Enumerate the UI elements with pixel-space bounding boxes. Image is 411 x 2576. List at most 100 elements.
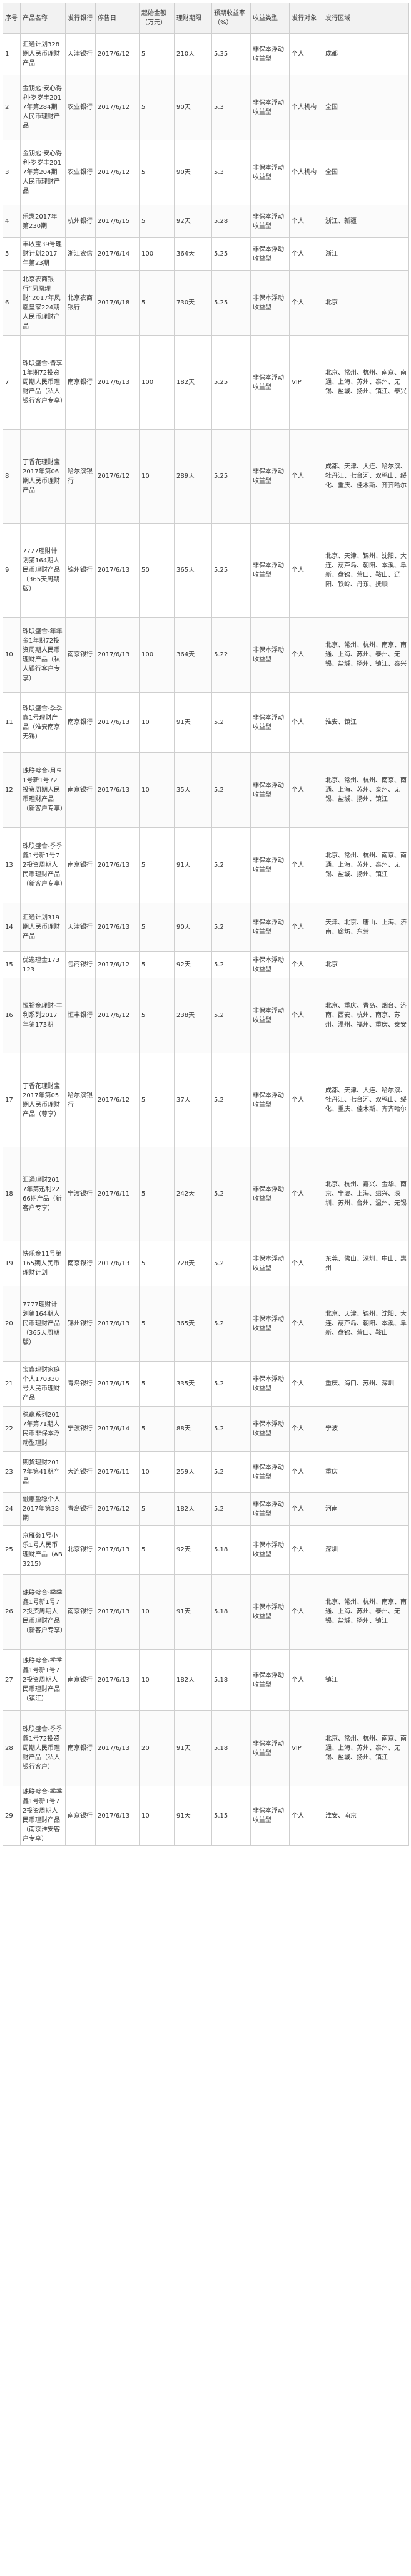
term-cell: 90天 (174, 140, 212, 205)
header-product-name: 产品名称 (20, 3, 66, 34)
issuer-bank-cell: 包商银行 (65, 951, 96, 978)
region-cell: 北京、常州、杭州、南京、南通、上海、苏州、泰州、无锡、盐城、扬州、镇江 (323, 752, 409, 828)
table-row: 17 丁香花理财宝2017年第05期人民币理财产品（尊享） 哈尔滨银行 2017/6/… (3, 1053, 409, 1147)
term-cell: 335天 (174, 1361, 212, 1407)
yield-type-cell: 非保本浮动收益型 (250, 523, 290, 618)
term-cell: 91天 (174, 1786, 212, 1846)
yield-type-cell: 非保本浮动收益型 (250, 1361, 290, 1407)
issuer-bank-cell: 锦州银行 (65, 523, 96, 618)
expected-yield-cell: 5.2 (211, 1406, 251, 1452)
header-index: 序号 (3, 3, 21, 34)
product-name-cell: 北京农商银行“凤凰理财”2017年凤凰皇家224期人民币理财产品 (20, 270, 66, 336)
term-cell: 364天 (174, 237, 212, 271)
product-name-cell: 珠联璧合-月享1号新1号72投资周期人民币理财产品（新客户专享） (20, 752, 66, 828)
min-amount-cell: 5 (139, 1241, 175, 1286)
expected-yield-cell: 5.25 (211, 237, 251, 271)
target-cell: 个人 (289, 617, 323, 693)
expected-yield-cell: 5.22 (211, 617, 251, 693)
expected-yield-cell: 5.25 (211, 335, 251, 430)
target-cell: 个人 (289, 903, 323, 952)
issuer-bank-cell: 哈尔滨银行 (65, 429, 96, 524)
index-cell: 12 (3, 752, 21, 828)
table-row: 16 恒裕金理财-丰利系列2017年第173期 恒丰银行 2017/6/12 5 238天… (3, 978, 409, 1053)
min-amount-cell: 5 (139, 1525, 175, 1575)
product-name-cell: 乐惠2017年第230期 (20, 205, 66, 238)
stop-date-cell: 2017/6/13 (95, 827, 140, 903)
stop-date-cell: 2017/6/18 (95, 270, 140, 336)
issuer-bank-cell: 浙江农信 (65, 237, 96, 271)
region-cell: 天津、北京、唐山、上海、济南、廊坊、东营 (323, 903, 409, 952)
target-cell: 个人 (289, 951, 323, 978)
yield-type-cell: 非保本浮动收益型 (250, 1147, 290, 1241)
target-cell: 个人 (289, 1574, 323, 1650)
expected-yield-cell: 5.25 (211, 270, 251, 336)
product-name-cell: 汇通理财2017年第迅利2266期产品（新客户专享） (20, 1147, 66, 1241)
stop-date-cell: 2017/6/13 (95, 1241, 140, 1286)
yield-type-cell: 非保本浮动收益型 (250, 1574, 290, 1650)
min-amount-cell: 10 (139, 1451, 175, 1493)
term-cell: 364天 (174, 617, 212, 693)
stop-date-cell: 2017/6/12 (95, 951, 140, 978)
target-cell: 个人 (289, 1053, 323, 1147)
expected-yield-cell: 5.2 (211, 1286, 251, 1362)
stop-date-cell: 2017/6/11 (95, 1451, 140, 1493)
region-cell: 北京、重庆、青岛、烟台、济南、西安、杭州、南京、苏州、温州、福州、重庆、泰安 (323, 978, 409, 1053)
table-row: 14 汇通计划319期人民币理财产品 天津银行 2017/6/13 5 90天 5.2 非保本… (3, 903, 409, 952)
table-row: 3 金钥匙·安心得利·岁岁丰2017年第204期人民币理财产品 农业银行 2017/6… (3, 140, 409, 205)
header-term: 理财期限 (174, 3, 212, 34)
region-cell: 成都、天津、大连、哈尔滨、牡丹江、七台河、双鸭山、绥化、重庆、佳木斯、齐齐哈尔 (323, 429, 409, 524)
expected-yield-cell: 5.2 (211, 951, 251, 978)
term-cell: 182天 (174, 1492, 212, 1526)
product-name-cell: 丰收宝39号理财计划2017年第23期 (20, 237, 66, 271)
stop-date-cell: 2017/6/14 (95, 1406, 140, 1452)
region-cell: 浙江 (323, 237, 409, 271)
index-cell: 27 (3, 1649, 21, 1711)
region-cell: 北京、常州、杭州、南京、南通、上海、苏州、泰州、无锡、盐城、扬州、镇江 (323, 1710, 409, 1786)
region-cell: 东莞、佛山、深圳、中山、惠州 (323, 1241, 409, 1286)
index-cell: 19 (3, 1241, 21, 1286)
table-row: 10 珠联璧合-年年金1年期72投资周期人民币理财产品（私人银行客户专享） 南京银行… (3, 617, 409, 693)
region-cell: 北京、常州、杭州、南京、南通、上海、苏州、泰州、无锡、盐城、扬州、镇江、泰兴 (323, 335, 409, 430)
table-row: 20 7777理财计划第164期人民币理财产品（365天周期版） 锦州银行 2017/… (3, 1286, 409, 1362)
region-cell: 北京、杭州、嘉兴、金华、南京、宁波、上海、绍兴、深圳、苏州、台州、温州、无锡 (323, 1147, 409, 1241)
table-row: 26 珠联璧合-季季鑫1号新1号72投资周期人民币理财产品（新客户专享） 南京银行 2… (3, 1574, 409, 1650)
product-name-cell: 汇通计划319期人民币理财产品 (20, 903, 66, 952)
target-cell: 个人 (289, 270, 323, 336)
yield-type-cell: 非保本浮动收益型 (250, 1241, 290, 1286)
stop-date-cell: 2017/6/13 (95, 1649, 140, 1711)
header-stop-date: 停售日 (95, 3, 140, 34)
yield-type-cell: 非保本浮动收益型 (250, 140, 290, 205)
min-amount-cell: 5 (139, 903, 175, 952)
stop-date-cell: 2017/6/13 (95, 752, 140, 828)
index-cell: 14 (3, 903, 21, 952)
table-row: 27 珠联璧合-季季鑫1号新1号72投资周期人民币理财产品（镇江） 南京银行 2017… (3, 1649, 409, 1711)
issuer-bank-cell: 锦州银行 (65, 1286, 96, 1362)
product-name-cell: 金钥匙·安心得利·岁岁丰2017年第204期人民币理财产品 (20, 140, 66, 205)
index-cell: 16 (3, 978, 21, 1053)
expected-yield-cell: 5.2 (211, 1241, 251, 1286)
term-cell: 90天 (174, 903, 212, 952)
term-cell: 91天 (174, 692, 212, 753)
min-amount-cell: 5 (139, 33, 175, 75)
issuer-bank-cell: 北京农商银行 (65, 270, 96, 336)
expected-yield-cell: 5.18 (211, 1710, 251, 1786)
table-row: 6 北京农商银行“凤凰理财”2017年凤凰皇家224期人民币理财产品 北京农商银行 2… (3, 270, 409, 336)
region-cell: 淮安、镇江 (323, 692, 409, 753)
yield-type-cell: 非保本浮动收益型 (250, 827, 290, 903)
table-row: 21 宝鑫理财家庭个人170330号人民币理财产品 青岛银行 2017/6/15 5 33… (3, 1361, 409, 1407)
stop-date-cell: 2017/6/12 (95, 1492, 140, 1526)
min-amount-cell: 10 (139, 692, 175, 753)
term-cell: 365天 (174, 523, 212, 618)
min-amount-cell: 5 (139, 1492, 175, 1526)
stop-date-cell: 2017/6/12 (95, 33, 140, 75)
stop-date-cell: 2017/6/15 (95, 1361, 140, 1407)
header-region: 发行区域 (323, 3, 409, 34)
index-cell: 18 (3, 1147, 21, 1241)
index-cell: 28 (3, 1710, 21, 1786)
index-cell: 15 (3, 951, 21, 978)
yield-type-cell: 非保本浮动收益型 (250, 617, 290, 693)
target-cell: 个人 (289, 1361, 323, 1407)
expected-yield-cell: 5.2 (211, 1451, 251, 1493)
target-cell: 个人 (289, 1286, 323, 1362)
stop-date-cell: 2017/6/13 (95, 1574, 140, 1650)
